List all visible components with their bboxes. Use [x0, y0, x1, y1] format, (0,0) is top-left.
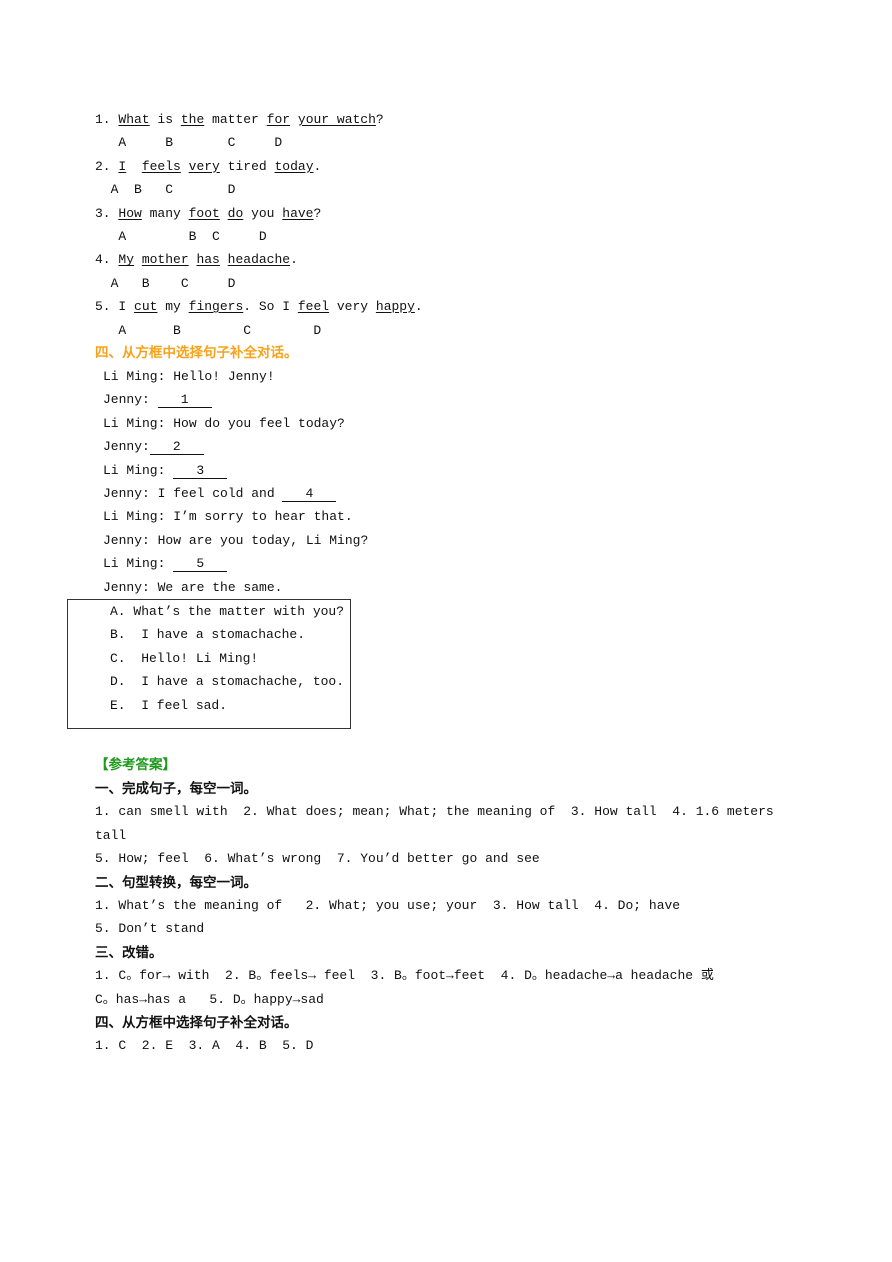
text-segment: you — [243, 205, 283, 221]
answer-line: tall — [95, 827, 127, 843]
answer-line: 1. C。for→ with 2. B。feels→ feel 3. B。foo… — [95, 968, 714, 984]
underlined-segment: your watch — [297, 112, 376, 127]
underlined-segment: How — [118, 205, 142, 221]
text-segment: . — [414, 299, 423, 315]
text-segment: 4. — [95, 252, 119, 268]
option-letters: A B C D — [95, 135, 283, 151]
answer-line: 1. What’s the meaning of 2. What; you us… — [95, 898, 681, 913]
option-letters: A B C D — [95, 182, 236, 198]
question-item: 2. I feels very tired today. — [95, 159, 321, 175]
answer-blank[interactable]: 2 — [149, 440, 204, 456]
underlined-segment: has — [196, 252, 220, 268]
underlined-segment: the — [180, 112, 205, 127]
option-item: A. What’s the matter with you? — [110, 604, 345, 619]
text-segment — [134, 252, 142, 267]
text-segment — [220, 252, 228, 267]
underlined-segment: What — [118, 112, 150, 127]
dialogue-text: Jenny: I feel cold and — [103, 486, 283, 501]
dialogue-text: Li Ming: How do you feel today? — [103, 415, 345, 431]
dialogue-line: Jenny: How are you today, Li Ming? — [103, 533, 368, 549]
text-segment: . So I — [243, 299, 298, 315]
option-item: D. I have a stomachache, too. — [110, 674, 345, 690]
underlined-segment: very — [188, 158, 220, 174]
option-letters: A B C D — [95, 275, 236, 291]
option-letters: A B C D — [95, 322, 322, 338]
section-heading: 四、从方框中选择句子补全对话。 — [95, 345, 298, 361]
underlined-segment: headache — [227, 252, 291, 268]
text-segment: ? — [313, 205, 322, 221]
text-segment: ? — [375, 112, 384, 127]
dialogue-text: Li Ming: — [103, 556, 174, 572]
dialogue-text: Li Ming: — [103, 462, 174, 478]
dialogue-line: Li Ming: 5 — [103, 556, 228, 573]
underlined-segment: cut — [134, 299, 158, 315]
question-item: 1. What is the matter for your watch? — [95, 112, 384, 128]
text-segment — [290, 112, 298, 127]
underlined-segment: do — [227, 205, 244, 221]
question-item: 5. I cut my fingers. So I feel very happ… — [95, 299, 423, 315]
answer-section-heading: 四、从方框中选择句子补全对话。 — [95, 1015, 298, 1031]
answer-blank[interactable]: 5 — [173, 557, 228, 573]
text-segment — [220, 206, 228, 221]
underlined-segment: for — [266, 112, 291, 127]
answer-line: 5. How; feel 6. What’s wrong 7. You’d be… — [95, 851, 540, 867]
text-segment: 1. — [95, 112, 119, 127]
text-segment — [126, 159, 142, 174]
text-segment: . — [313, 158, 322, 174]
option-letters: A B C D — [95, 229, 267, 244]
text-segment: matter — [204, 112, 267, 127]
dialogue-text: Li Ming: Hello! Jenny! — [103, 369, 275, 384]
text-segment: 3. — [95, 205, 119, 221]
dialogue-line: Jenny: I feel cold and 4 — [103, 486, 337, 502]
question-item: 3. How many foot do you have? — [95, 206, 321, 222]
question-item: 4. My mother has headache. — [95, 252, 298, 268]
dialogue-text: Jenny: We are the same. — [103, 579, 283, 595]
underlined-segment: today — [274, 158, 314, 174]
answer-title: 【参考答案】 — [95, 757, 176, 773]
dialogue-line: Li Ming: How do you feel today? — [103, 416, 345, 432]
dialogue-line: Jenny: 2 — [103, 439, 204, 456]
answer-blank[interactable]: 3 — [173, 463, 228, 479]
option-item: B. I have a stomachache. — [110, 627, 306, 643]
text-segment: tired — [219, 158, 275, 174]
text-segment: is — [149, 112, 181, 127]
text-segment: 5. I — [95, 299, 135, 315]
dialogue-line: Jenny: 1 — [103, 392, 212, 409]
answer-line: C。has→has a 5. D。happy→sad — [95, 991, 324, 1007]
underlined-segment: feels — [141, 158, 181, 174]
answer-section-heading: 一、完成句子，每空一词。 — [95, 781, 257, 797]
answer-section-heading: 三、改错。 — [95, 944, 163, 961]
dialogue-text: Jenny: — [103, 439, 150, 455]
dialogue-text: Jenny: — [103, 392, 158, 408]
text-segment: . — [290, 252, 298, 268]
answer-line: 5. Don’t stand — [95, 921, 205, 937]
dialogue-line: Li Ming: Hello! Jenny! — [103, 369, 275, 385]
answer-section-heading: 二、句型转换，每空一词。 — [95, 874, 257, 891]
underlined-segment: mother — [141, 252, 189, 268]
underlined-segment: happy — [375, 299, 415, 315]
answer-line: 1. can smell with 2. What does; mean; Wh… — [95, 804, 774, 820]
underlined-segment: foot — [188, 205, 220, 221]
dialogue-line: Jenny: We are the same. — [103, 580, 282, 596]
answer-blank[interactable]: 1 — [157, 393, 212, 409]
dialogue-line: Li Ming: I’m sorry to hear that. — [103, 509, 353, 525]
text-segment: very — [329, 299, 376, 315]
document-page: 四、从方框中选择句子补全对话。 【参考答案】 1. What is the ma… — [0, 0, 892, 1262]
answer-blank[interactable]: 4 — [282, 487, 337, 502]
text-segment: 2. — [95, 158, 119, 174]
option-item: C. Hello! Li Ming! — [110, 650, 259, 666]
text-segment: my — [157, 299, 189, 315]
underlined-segment: fingers — [188, 299, 244, 315]
underlined-segment: have — [282, 205, 314, 221]
option-item: E. I feel sad. — [110, 697, 228, 713]
dialogue-text: Li Ming: I’m sorry to hear that. — [103, 509, 353, 525]
text-segment — [181, 159, 189, 174]
text-segment: many — [141, 205, 189, 221]
underlined-segment: My — [118, 252, 135, 268]
underlined-segment: feel — [297, 299, 330, 315]
answer-line: 1. C 2. E 3. A 4. B 5. D — [95, 1038, 314, 1054]
dialogue-text: Jenny: How are you today, Li Ming? — [103, 532, 369, 548]
dialogue-line: Li Ming: 3 — [103, 462, 228, 479]
